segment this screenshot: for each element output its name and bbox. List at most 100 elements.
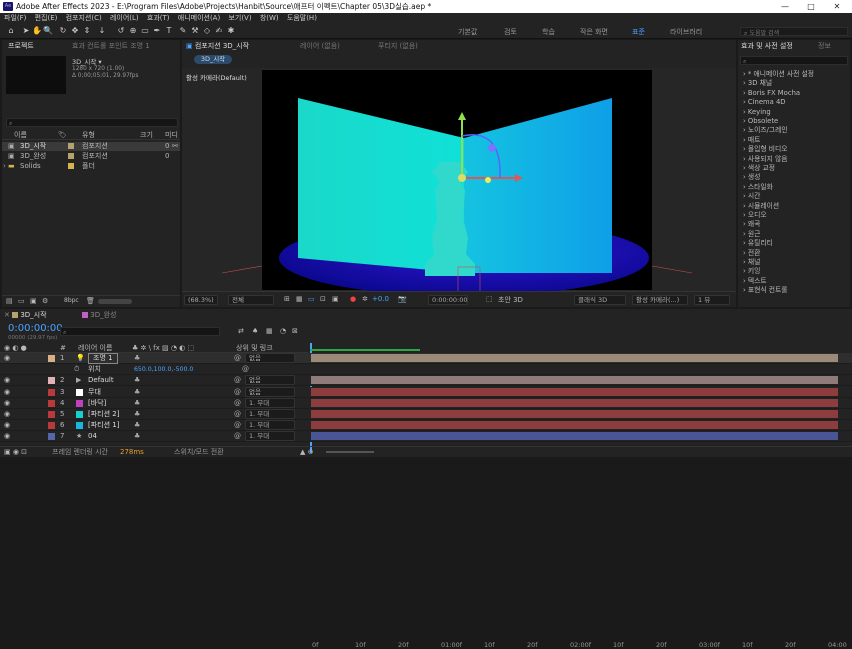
timeline-tab-inactive[interactable]: 3D_완성 <box>82 309 116 321</box>
menu-edit[interactable]: 편집(E) <box>35 14 58 22</box>
graph-editor-icon[interactable]: ⊠ <box>292 327 298 335</box>
layer-row[interactable]: ◉ 5 [파티션 2] ♣ @1. 무대 <box>0 409 852 420</box>
maximize-button[interactable]: □ <box>798 0 824 13</box>
shy-switch-icon[interactable]: ♣ <box>134 431 140 442</box>
col-size[interactable]: 크기 <box>140 130 153 140</box>
composition-icon[interactable]: ▣ ◉ ⊡ <box>4 447 27 458</box>
workspace-default[interactable]: 기본값 <box>458 27 477 37</box>
rotate-tool-icon[interactable]: ↺ <box>116 26 126 36</box>
close-button[interactable]: ✕ <box>824 0 850 13</box>
effects-category[interactable]: › Obsolete <box>743 117 778 126</box>
minimize-button[interactable]: — <box>772 0 798 13</box>
snapshot-icon[interactable]: 📷 <box>398 295 407 303</box>
rectangle-tool-icon[interactable]: ▭ <box>140 26 150 36</box>
resolution-dropdown[interactable]: 전체 <box>228 295 274 305</box>
expression-pick-whip-icon[interactable]: @ <box>242 364 249 375</box>
new-comp-icon[interactable]: ▣ <box>30 297 37 305</box>
move-arrow-icon[interactable]: ↓ <box>97 26 107 36</box>
close-icon[interactable]: ✕ <box>4 311 12 319</box>
visibility-eye-icon[interactable]: ◉ <box>4 353 10 364</box>
help-search-field[interactable]: ⌕ 도움말 검색 <box>740 27 848 37</box>
project-settings-icon[interactable]: ⚙ <box>42 297 48 305</box>
effects-category[interactable]: › 채널 <box>743 258 760 267</box>
type-tool-icon[interactable]: T <box>164 26 174 36</box>
region-icon[interactable]: ▦ <box>296 295 303 303</box>
parent-dropdown[interactable]: 1. 무대 <box>245 431 295 442</box>
eraser-tool-icon[interactable]: ◇ <box>202 26 212 36</box>
timecode-field[interactable]: 0:00:00:00 <box>428 295 468 305</box>
project-search-input[interactable]: ⌕ <box>6 118 178 127</box>
effects-category[interactable]: › 색상 교정 <box>743 164 775 173</box>
layer-property-row[interactable]: ⏱ 위치 650.0,100.0,-500.0 @ <box>0 364 852 376</box>
project-row[interactable]: ▣ 3D_시작 컴포지션 0 ⚯ <box>2 142 180 151</box>
pick-whip-icon[interactable]: @ <box>234 431 241 442</box>
comp-flowchart-icon[interactable]: ⇄ <box>238 327 244 335</box>
current-time-display[interactable]: 0:00:00:00 <box>8 323 63 334</box>
parent-dropdown[interactable]: 없음 <box>245 353 295 363</box>
pen-tool-icon[interactable]: ✒ <box>152 26 162 36</box>
label-swatch[interactable] <box>68 163 74 169</box>
anchor-tool-icon[interactable]: ⊕ <box>128 26 138 36</box>
shy-switch-icon[interactable]: ♣ <box>134 353 140 364</box>
timeline-tab-active[interactable]: ✕ 3D_시작 <box>4 309 47 321</box>
effects-category[interactable]: › 오디오 <box>743 211 767 220</box>
timeline-search-input[interactable]: ⌕ <box>60 327 220 336</box>
channel-icon[interactable]: ▣ <box>332 295 339 303</box>
col-layer-name[interactable]: 레이어 이름 <box>78 343 112 353</box>
visibility-eye-icon[interactable]: ◉ <box>4 420 10 431</box>
property-value[interactable]: 650.0,100.0,-500.0 <box>134 364 193 375</box>
col-type[interactable]: 유형 <box>82 130 95 140</box>
visibility-eye-icon[interactable]: ◉ <box>4 398 10 409</box>
home-icon[interactable]: ⌂ <box>6 26 16 36</box>
interpret-footage-icon[interactable]: ▤ <box>6 297 13 305</box>
toggle-switches-modes[interactable]: 스위치/모드 전환 <box>174 447 224 458</box>
layer-row[interactable]: ◉ 3 무대 ♣ @ 없음 <box>0 386 852 398</box>
frame-blend-icon[interactable]: ▦ <box>266 327 273 335</box>
menu-help[interactable]: 도움말(H) <box>287 14 317 22</box>
effects-category[interactable]: › 생성 <box>743 173 760 182</box>
stopwatch-icon[interactable]: ⏱ <box>74 364 79 375</box>
layer-name[interactable]: Default <box>88 375 114 386</box>
comp-breadcrumb[interactable]: 3D_시작 <box>194 55 232 64</box>
effects-category[interactable]: › 스타일화 <box>743 183 773 192</box>
comp-viewer[interactable]: 활성 카메라(Default) <box>182 68 736 291</box>
effects-category[interactable]: › Keying <box>743 108 771 117</box>
project-row[interactable]: ▣ 3D_완성 컴포지션 0 <box>2 152 180 161</box>
pick-whip-icon[interactable]: @ <box>234 375 241 386</box>
bpc-label[interactable]: 8bpc <box>64 297 79 304</box>
col-media[interactable]: 미디 <box>165 130 178 140</box>
layer-name[interactable]: 조명 1 <box>88 353 118 364</box>
clone-stamp-icon[interactable]: ⚒ <box>190 26 200 36</box>
layer-row[interactable]: ◉ 2 ▶ Default ♣ @ 없음 <box>0 375 852 387</box>
visibility-eye-icon[interactable]: ◉ <box>4 387 10 398</box>
effects-category[interactable]: › 원근 <box>743 230 760 239</box>
effects-category[interactable]: › 매트 <box>743 136 760 145</box>
tab-composition[interactable]: ▣ 컴포지션 3D_시작 <box>186 40 249 53</box>
exposure-icon[interactable]: ✲ <box>362 295 368 303</box>
menu-file[interactable]: 파일(F) <box>4 14 26 22</box>
pick-whip-icon[interactable]: @ <box>234 353 241 364</box>
effects-category[interactable]: › 전환 <box>743 249 760 258</box>
workspace-libraries[interactable]: 라이브러리 <box>670 27 702 37</box>
workspace-learn[interactable]: 학습 <box>542 27 555 37</box>
effects-category[interactable]: › 시간 <box>743 192 760 201</box>
effects-category[interactable]: › 유틸리티 <box>743 239 773 248</box>
shy-switch-icon[interactable]: ♣ <box>134 409 140 420</box>
project-row[interactable]: › ▬ Solids 폴더 <box>2 162 180 171</box>
layer-duration-bar[interactable] <box>311 398 838 407</box>
parent-dropdown[interactable]: 없음 <box>245 375 295 386</box>
motion-blur-icon[interactable]: ◔ <box>280 327 286 335</box>
menu-effect[interactable]: 효과(T) <box>147 14 170 22</box>
layer-label-color[interactable] <box>48 377 55 385</box>
effects-category[interactable]: › 몰입형 비디오 <box>743 145 788 154</box>
puppet-tool-icon[interactable]: ✱ <box>226 26 236 36</box>
col-name[interactable]: 이름 <box>14 130 27 140</box>
workspace-standard[interactable]: 표준 <box>632 27 645 37</box>
effects-category[interactable]: › 표현식 컨트롤 <box>743 286 788 295</box>
pick-whip-icon[interactable]: @ <box>234 387 241 398</box>
layer-name[interactable]: 무대 <box>88 387 101 398</box>
layer-name[interactable]: [바닥] <box>88 398 106 409</box>
shy-switch-icon[interactable]: ♣ <box>134 387 140 398</box>
tab-info[interactable]: 정보 <box>818 40 831 53</box>
effects-category[interactable]: › 시뮬레이션 <box>743 202 779 211</box>
